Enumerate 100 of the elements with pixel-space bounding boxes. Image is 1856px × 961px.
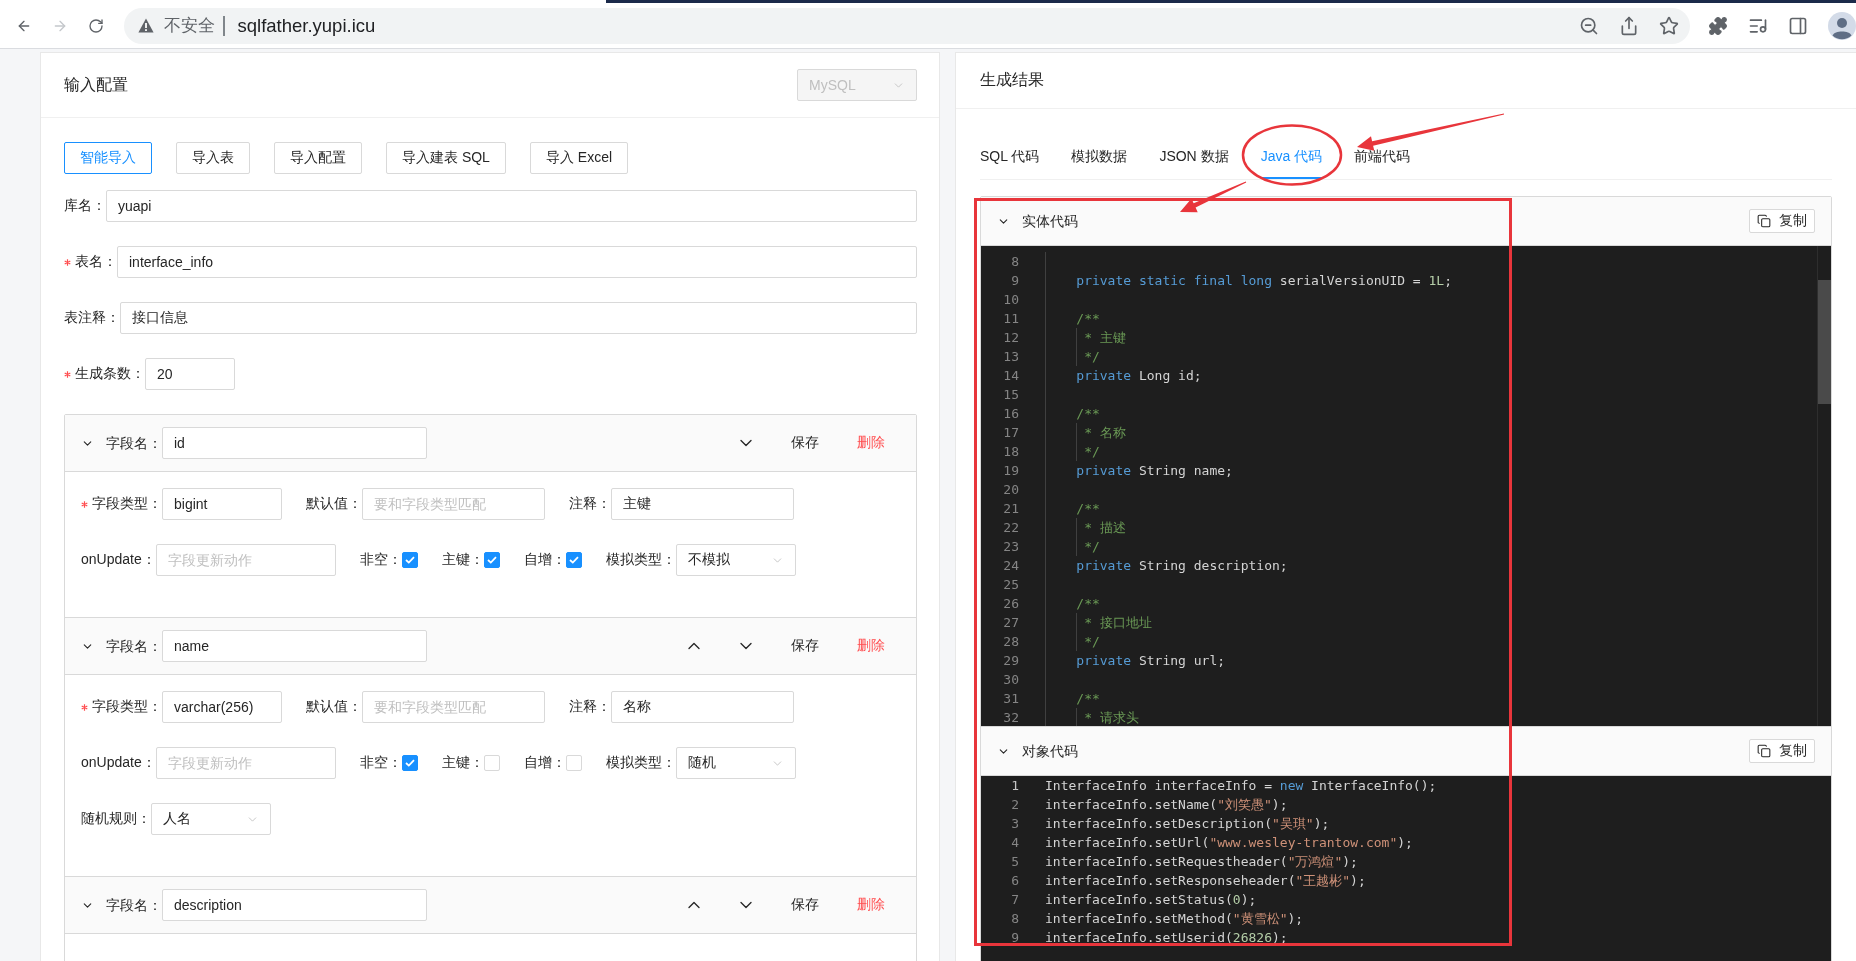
copy-icon (1757, 214, 1771, 228)
copy-button[interactable]: 复制 (1749, 739, 1815, 763)
save-button[interactable]: 保存 (776, 630, 834, 662)
input-field[interactable]: id (162, 427, 427, 459)
dropdown[interactable]: 人名 (151, 803, 271, 835)
line-number: 29 (1003, 652, 1019, 670)
code-line: interfaceInfo.setMethod("黄雪松"); (1045, 911, 1304, 926)
input-field[interactable]: 字段更新动作 (155, 544, 336, 576)
code-line: interfaceInfo.setRequestheader("万鸿煊"); (1045, 854, 1358, 869)
annotation-arrow (1180, 181, 1247, 213)
dropdown[interactable]: 随机 (675, 747, 796, 779)
line-number: 28 (1003, 633, 1019, 651)
tab[interactable]: SQL 代码 (980, 133, 1040, 179)
copy-icon (1757, 744, 1771, 758)
code-line: /** (1076, 501, 1100, 516)
checkbox[interactable] (565, 552, 582, 568)
avatar-icon[interactable] (1828, 11, 1856, 40)
code-line: */ (1084, 349, 1100, 364)
field-label: 模拟类型： (605, 754, 676, 772)
field-label: 自增： (523, 551, 566, 569)
code-line: private Long id; (1076, 368, 1202, 383)
line-number: 14 (1003, 367, 1019, 385)
code-line: private static final long serialVersionUID = 1L; (1076, 273, 1452, 288)
code-line: interfaceInfo.setDescription("吴琪"); (1045, 816, 1330, 831)
field-label: 字段类型： (92, 698, 162, 716)
input-field[interactable]: yuapi (106, 190, 917, 222)
line-number: 12 (1003, 329, 1019, 347)
code-line: * 描述 (1084, 520, 1126, 535)
field-label: 主键： (441, 551, 484, 569)
code-line: private String description; (1076, 558, 1288, 573)
field-label: 字段名： (106, 434, 162, 453)
collapse-header[interactable]: 字段名： id 保存 删除 (65, 415, 916, 471)
checkmark-icon (404, 556, 415, 564)
input-field[interactable]: 接口信息 (120, 302, 917, 334)
tab[interactable]: 模拟数据 (1071, 133, 1128, 179)
zoom-out-icon[interactable] (1579, 15, 1599, 36)
dropdown[interactable]: 不模拟 (675, 544, 796, 576)
input-field[interactable]: bigint (162, 488, 282, 520)
side-panel-icon[interactable] (1788, 15, 1808, 36)
line-number: 13 (1003, 348, 1019, 366)
line-number: 8 (1011, 253, 1019, 271)
line-number: 19 (1003, 462, 1019, 480)
line-number: 6 (1011, 872, 1019, 890)
collapse-header[interactable]: 字段名： description 保存 删除 (65, 877, 916, 933)
code-line: private String url; (1076, 653, 1226, 668)
checkbox[interactable] (401, 552, 418, 568)
input-field[interactable]: 20 (145, 358, 235, 390)
share-icon[interactable] (1619, 15, 1639, 36)
line-number: 25 (1003, 576, 1019, 594)
puzzle-icon[interactable] (1708, 15, 1728, 36)
scrollbar-thumb[interactable] (1818, 280, 1831, 404)
code-line: interfaceInfo.setUrl("www.wesley-trantow.com"); (1045, 835, 1413, 850)
import-button[interactable]: 导入配置 (274, 142, 362, 174)
input-field[interactable]: 主键 (611, 488, 794, 520)
collapse-header[interactable]: 实体代码 复制 (981, 197, 1831, 245)
field-label: 表名： (75, 253, 117, 271)
tab[interactable]: 前端代码 (1354, 133, 1411, 179)
line-number: 18 (1003, 443, 1019, 461)
input-field[interactable]: varchar(256) (162, 691, 282, 723)
input-field[interactable]: 要和字段类型匹配 (362, 691, 545, 723)
checkmark-icon (568, 556, 579, 564)
address-bar[interactable]: 不安全 sqlfather.yupi.icu (124, 7, 1690, 44)
input-field[interactable]: interface_info (117, 246, 917, 278)
code-line: interfaceInfo.setStatus(0); (1045, 892, 1257, 907)
star-icon[interactable] (1659, 15, 1679, 36)
line-number: 32 (1003, 709, 1019, 726)
save-button[interactable]: 保存 (776, 889, 834, 921)
save-button[interactable]: 保存 (776, 427, 834, 459)
field-label: 自增： (523, 754, 566, 772)
line-number: 7 (1011, 891, 1019, 909)
card-title: 生成结果 (980, 70, 1044, 90)
checkbox[interactable] (483, 552, 500, 568)
input-field[interactable]: description (162, 889, 427, 921)
input-field[interactable]: 要和字段类型匹配 (362, 488, 545, 520)
line-number: 8 (1011, 910, 1019, 928)
line-number: 21 (1003, 500, 1019, 518)
collapse-header[interactable]: 对象代码 复制 (981, 727, 1831, 775)
section-title: 实体代码 (1022, 212, 1078, 231)
input-field[interactable]: 名称 (611, 691, 794, 723)
collapse-header[interactable]: 字段名： name 保存 删除 (65, 618, 916, 674)
line-number: 9 (1011, 929, 1019, 947)
line-number: 4 (1011, 834, 1019, 852)
card-title: 输入配置 (64, 74, 128, 95)
security-label: 不安全 (164, 15, 215, 37)
input-field[interactable]: 字段更新动作 (155, 747, 336, 779)
code-line: */ (1084, 539, 1100, 554)
line-number: 31 (1003, 690, 1019, 708)
copy-button[interactable]: 复制 (1749, 209, 1815, 233)
input-field[interactable]: name (162, 630, 427, 662)
import-button[interactable]: 导入 Excel (529, 142, 629, 174)
line-number: 9 (1011, 272, 1019, 290)
field-label: 注释： (569, 495, 611, 513)
checkbox[interactable] (401, 755, 418, 771)
import-button[interactable]: 导入表 (176, 142, 250, 174)
code-line: /** (1076, 311, 1100, 326)
field-label: 字段类型： (92, 495, 162, 513)
tab[interactable]: JSON 数据 (1159, 133, 1229, 179)
code-line: interfaceInfo.setName("刘笑愚"); (1045, 797, 1288, 812)
field-label: 随机规则： (81, 810, 151, 828)
import-button[interactable]: 导入建表 SQL (386, 142, 506, 174)
